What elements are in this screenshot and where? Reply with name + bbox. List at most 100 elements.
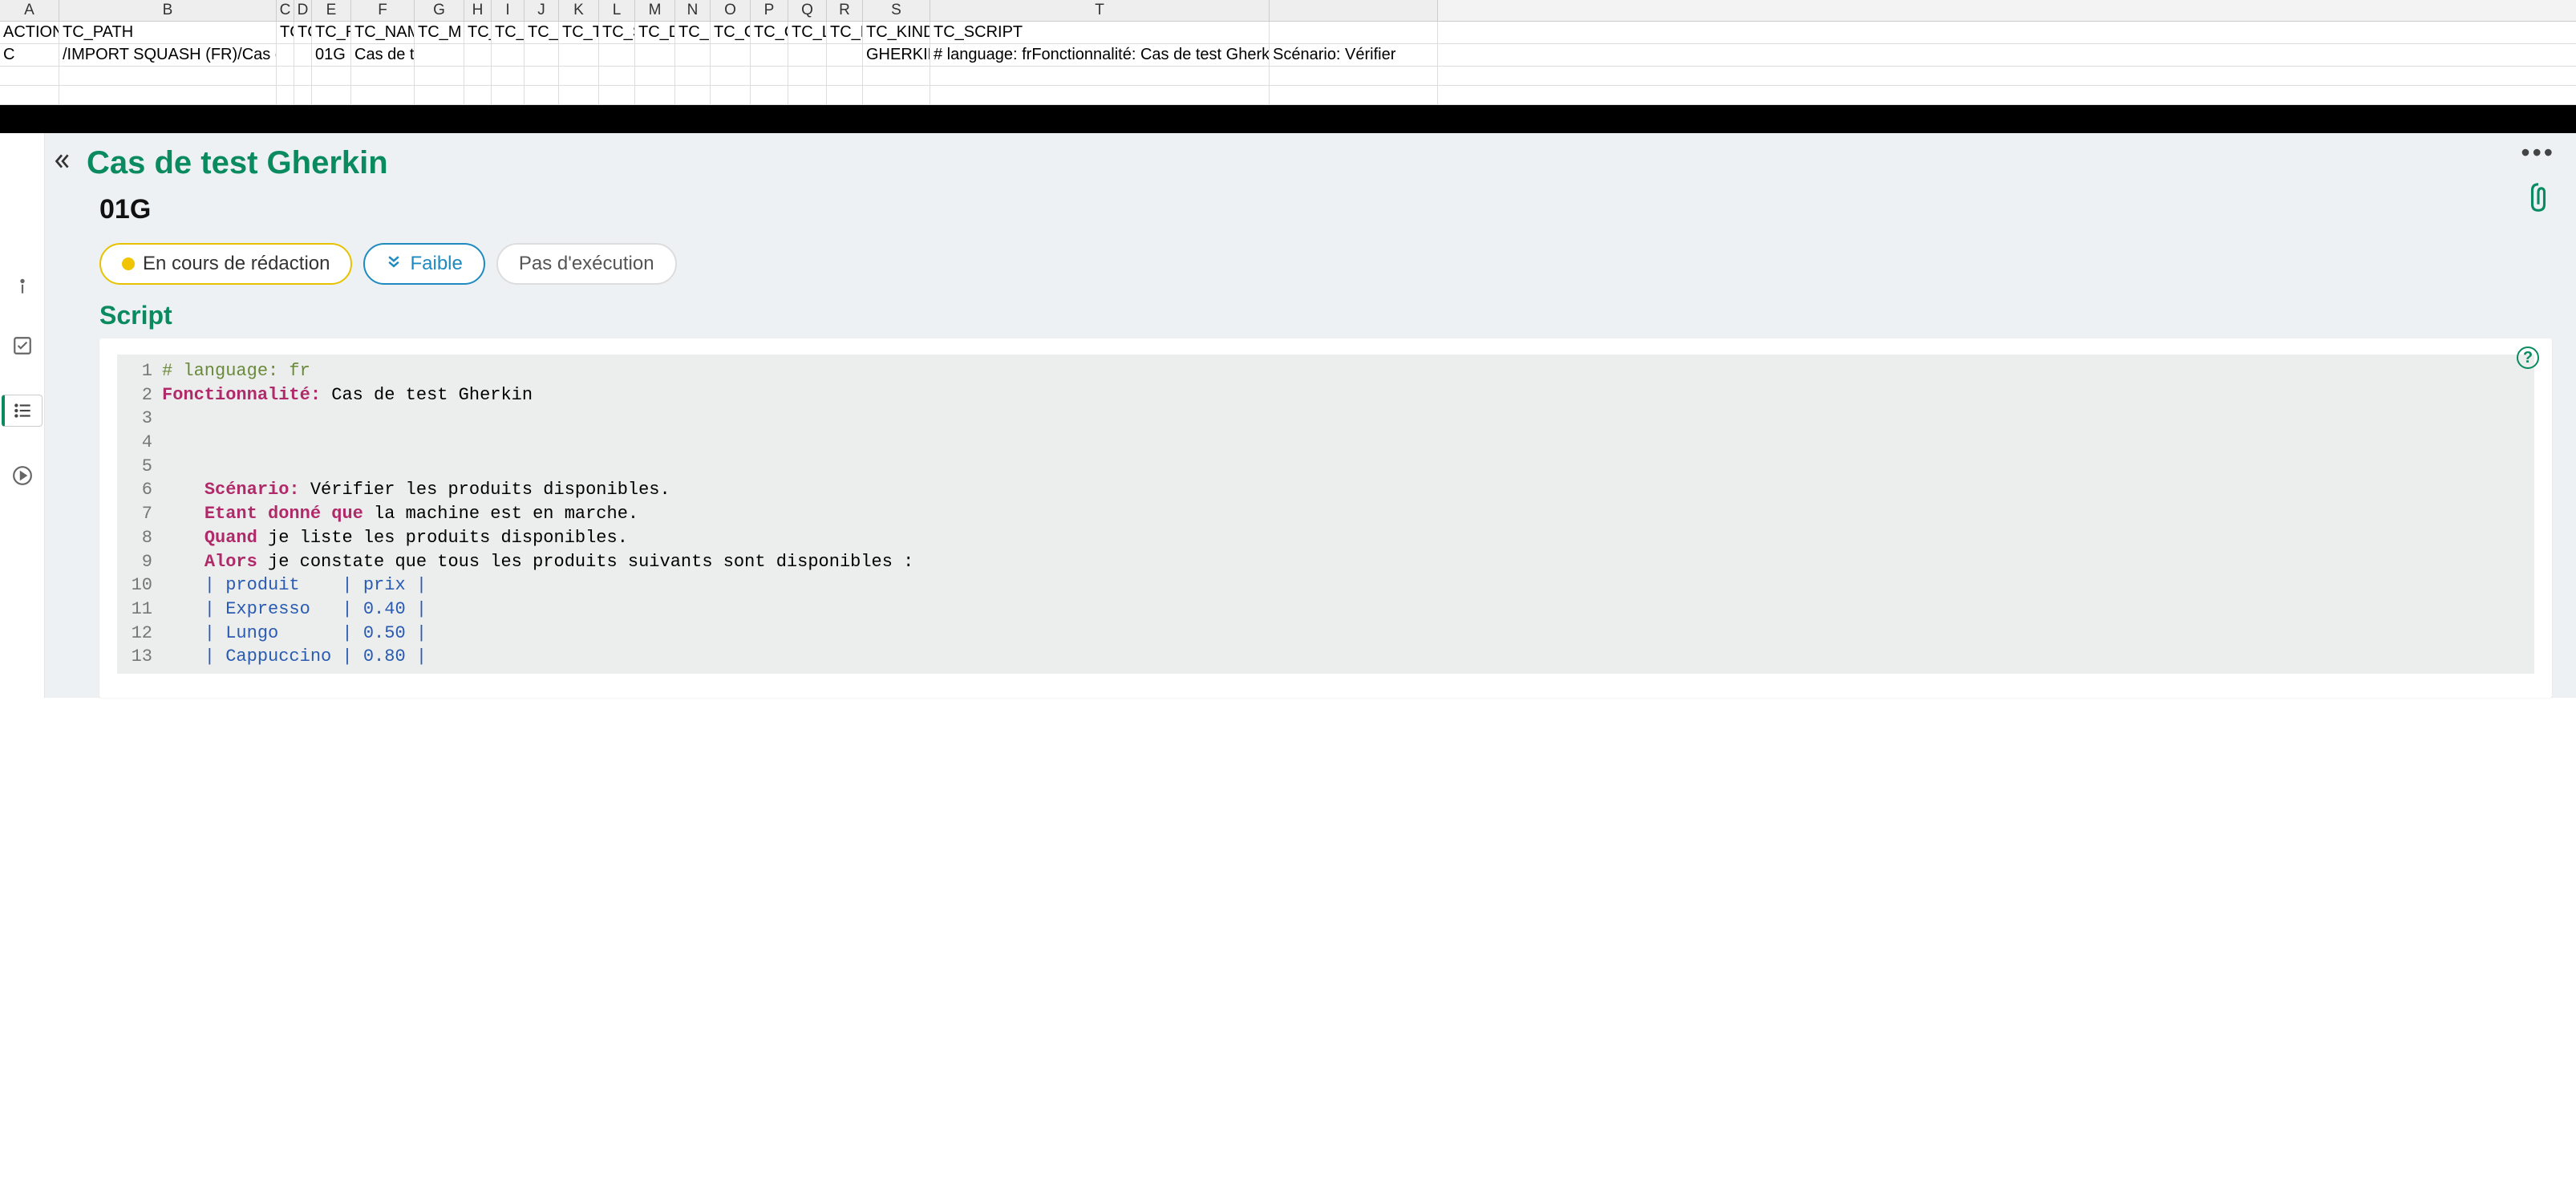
cell[interactable] [1270, 86, 1438, 104]
cell[interactable] [751, 44, 788, 66]
cell[interactable] [675, 86, 711, 104]
cell[interactable]: /IMPORT SQUASH (FR)/Cas de test Gherkin [59, 44, 277, 66]
cell[interactable]: TC_REF [312, 22, 351, 43]
col-header[interactable]: O [711, 0, 751, 21]
col-header[interactable]: M [635, 0, 675, 21]
code-body[interactable]: # language: fr Fonctionnalité: Cas de te… [162, 359, 2534, 669]
col-header[interactable]: B [59, 0, 277, 21]
help-icon[interactable]: ? [2517, 346, 2539, 369]
cell[interactable]: Scénario: Vérifier [1270, 44, 1438, 66]
cell[interactable] [464, 44, 492, 66]
cell[interactable] [599, 44, 635, 66]
attachment-icon[interactable] [2526, 182, 2550, 217]
play-icon[interactable] [12, 465, 33, 486]
cell[interactable] [59, 86, 277, 104]
cell[interactable]: C [0, 44, 59, 66]
col-header[interactable]: Q [788, 0, 827, 21]
cell[interactable] [559, 86, 599, 104]
cell[interactable] [415, 86, 464, 104]
cell[interactable] [351, 86, 415, 104]
cell[interactable] [415, 44, 464, 66]
cell[interactable] [711, 44, 751, 66]
status-badge[interactable]: En cours de rédaction [99, 243, 352, 285]
cell[interactable] [635, 44, 675, 66]
more-menu-icon[interactable]: ••• [2521, 138, 2555, 168]
cell[interactable] [863, 86, 930, 104]
cell[interactable]: TC_LAS [788, 22, 827, 43]
cell[interactable] [711, 67, 751, 85]
cell[interactable]: TC_WE [492, 22, 525, 43]
collapse-icon[interactable] [51, 151, 72, 176]
cell[interactable] [277, 67, 294, 85]
cell[interactable]: TC_ST [599, 22, 635, 43]
cell[interactable] [788, 86, 827, 104]
cell[interactable] [525, 86, 559, 104]
cell[interactable] [294, 86, 312, 104]
cell[interactable] [559, 44, 599, 66]
cell[interactable]: TC_CR [751, 22, 788, 43]
cell[interactable] [827, 44, 863, 66]
cell[interactable] [599, 86, 635, 104]
cell[interactable] [788, 44, 827, 66]
cell[interactable] [277, 86, 294, 104]
col-header[interactable]: A [0, 0, 59, 21]
col-header[interactable] [1270, 0, 1438, 21]
cell[interactable]: TC_WE [464, 22, 492, 43]
cell[interactable] [351, 67, 415, 85]
cell[interactable] [711, 86, 751, 104]
priority-badge[interactable]: Faible [363, 243, 484, 285]
cell[interactable] [635, 67, 675, 85]
cell[interactable] [277, 44, 294, 66]
cell[interactable]: TC_ [277, 22, 294, 43]
cell[interactable]: GHERKIN [863, 44, 930, 66]
cell[interactable] [675, 67, 711, 85]
cell[interactable] [294, 67, 312, 85]
col-header[interactable]: P [751, 0, 788, 21]
cell[interactable]: ACTION [0, 22, 59, 43]
cell[interactable] [312, 67, 351, 85]
script-editor[interactable]: ? 1 2 3 4 5 6 7 8 9 10 11 12 [99, 338, 2552, 698]
col-header[interactable]: G [415, 0, 464, 21]
cell[interactable]: Cas de test Gherkin [351, 44, 415, 66]
cell[interactable]: # language: frFonctionnalité: Cas de tes… [930, 44, 1270, 66]
info-icon[interactable] [12, 276, 33, 297]
cell[interactable] [464, 67, 492, 85]
col-header[interactable]: J [525, 0, 559, 21]
cell[interactable] [0, 67, 59, 85]
cell[interactable] [559, 67, 599, 85]
cell[interactable] [751, 86, 788, 104]
cell[interactable] [675, 44, 711, 66]
cell[interactable]: TC_NAME [351, 22, 415, 43]
cell[interactable]: TC_PATH [59, 22, 277, 43]
cell[interactable] [1270, 67, 1438, 85]
code-block[interactable]: 1 2 3 4 5 6 7 8 9 10 11 12 13 # language… [117, 354, 2534, 674]
col-header[interactable]: K [559, 0, 599, 21]
cell[interactable] [492, 67, 525, 85]
cell[interactable] [827, 67, 863, 85]
cell[interactable] [930, 86, 1270, 104]
cell[interactable] [827, 86, 863, 104]
cell[interactable] [59, 67, 277, 85]
cell[interactable] [492, 86, 525, 104]
cell[interactable] [492, 44, 525, 66]
cell[interactable]: TC_LAS [827, 22, 863, 43]
cell[interactable]: TC_ [294, 22, 312, 43]
col-header[interactable]: S [863, 0, 930, 21]
col-header[interactable]: I [492, 0, 525, 21]
col-header[interactable]: D [294, 0, 312, 21]
col-header[interactable]: F [351, 0, 415, 21]
col-header[interactable]: E [312, 0, 351, 21]
cell[interactable]: TC_TYP [559, 22, 599, 43]
col-header[interactable]: R [827, 0, 863, 21]
cell[interactable] [415, 67, 464, 85]
list-icon[interactable] [2, 395, 43, 427]
execution-badge[interactable]: Pas d'exécution [496, 243, 677, 285]
cell[interactable] [525, 67, 559, 85]
cell[interactable]: TC_PR [675, 22, 711, 43]
col-header[interactable]: T [930, 0, 1270, 21]
cell[interactable] [525, 44, 559, 66]
cell[interactable]: 01G [312, 44, 351, 66]
cell[interactable]: TC_SCRIPT [930, 22, 1270, 43]
cell[interactable]: TC_CR [711, 22, 751, 43]
col-header[interactable]: C [277, 0, 294, 21]
